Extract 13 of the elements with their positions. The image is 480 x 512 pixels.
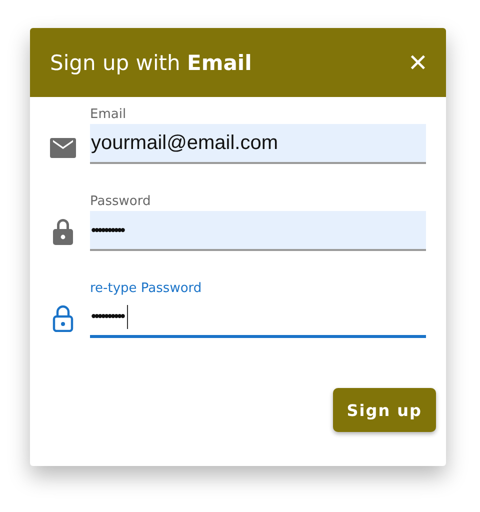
- input-field[interactable]: ••••••••••: [90, 211, 426, 251]
- dialog-title: Sign up with Email: [50, 50, 252, 74]
- input-field[interactable]: yourmail@email.com: [90, 124, 426, 164]
- envelope-icon: [50, 138, 76, 158]
- close-button[interactable]: ✕: [408, 50, 428, 74]
- sign-up-button[interactable]: Sign up: [332, 388, 436, 432]
- field-label: Password: [90, 194, 151, 209]
- text-cursor: [126, 304, 128, 328]
- field-label: re-type Password: [90, 281, 202, 296]
- input-field[interactable]: ••••••••••: [90, 298, 426, 338]
- field-label: Email: [90, 107, 126, 122]
- lock-icon: [52, 217, 74, 245]
- lock-icon: [52, 304, 74, 332]
